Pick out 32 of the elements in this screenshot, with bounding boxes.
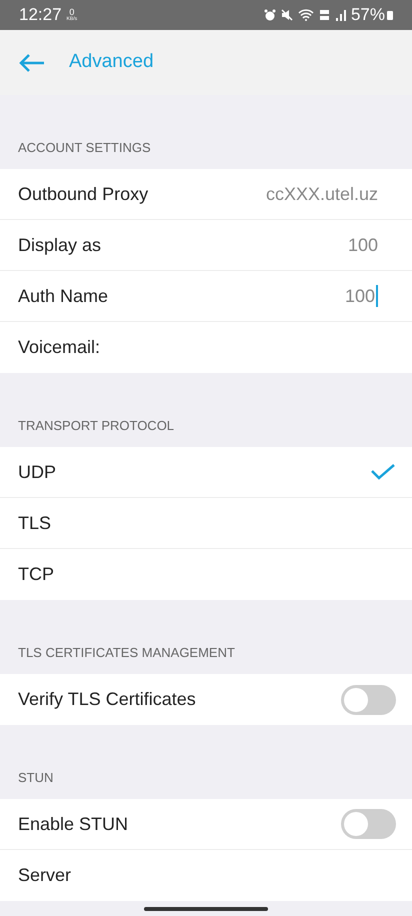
toggle-switch[interactable] — [341, 809, 396, 839]
alarm-icon — [264, 9, 276, 21]
text-field[interactable]: 100 — [344, 283, 378, 309]
setting-label: TLS — [18, 512, 52, 534]
text-field[interactable]: 100 — [348, 232, 378, 258]
text-field[interactable]: ccXXX.utel.uz — [266, 181, 378, 207]
setting-label: Auth Name — [18, 284, 108, 308]
battery-percent: 57% — [350, 4, 385, 26]
section-header: ACCOUNT SETTINGS — [18, 138, 151, 156]
setting-label: Verify TLS Certificates — [18, 688, 196, 711]
page-title: Advanced — [69, 50, 154, 74]
section-header: TRANSPORT PROTOCOL — [18, 416, 174, 434]
home-indicator[interactable] — [144, 906, 268, 910]
setting-label: Enable STUN — [18, 812, 128, 836]
protocol-option[interactable]: TCP — [0, 549, 412, 600]
setting-label: Display as — [18, 234, 102, 257]
status-time: 12:27 — [19, 4, 62, 26]
setting-label: Outbound Proxy — [18, 182, 148, 206]
protocol-option[interactable]: UDP — [0, 447, 412, 498]
speed-value: 0 — [69, 8, 74, 17]
wifi-icon — [298, 9, 314, 21]
section-header: STUN — [18, 768, 54, 786]
battery-icon — [387, 10, 393, 20]
mute-icon — [280, 9, 293, 21]
setting-label: Voicemail: — [18, 336, 100, 359]
setting-label: UDP — [18, 460, 56, 484]
section-header: TLS CERTIFICATES MANAGEMENT — [18, 644, 235, 662]
protocol-option[interactable]: TLS — [0, 498, 412, 549]
toggle-switch[interactable] — [341, 684, 396, 714]
setting-label: TCP — [18, 563, 54, 586]
setting-label: Server — [18, 864, 72, 887]
signal-icon — [334, 9, 347, 21]
